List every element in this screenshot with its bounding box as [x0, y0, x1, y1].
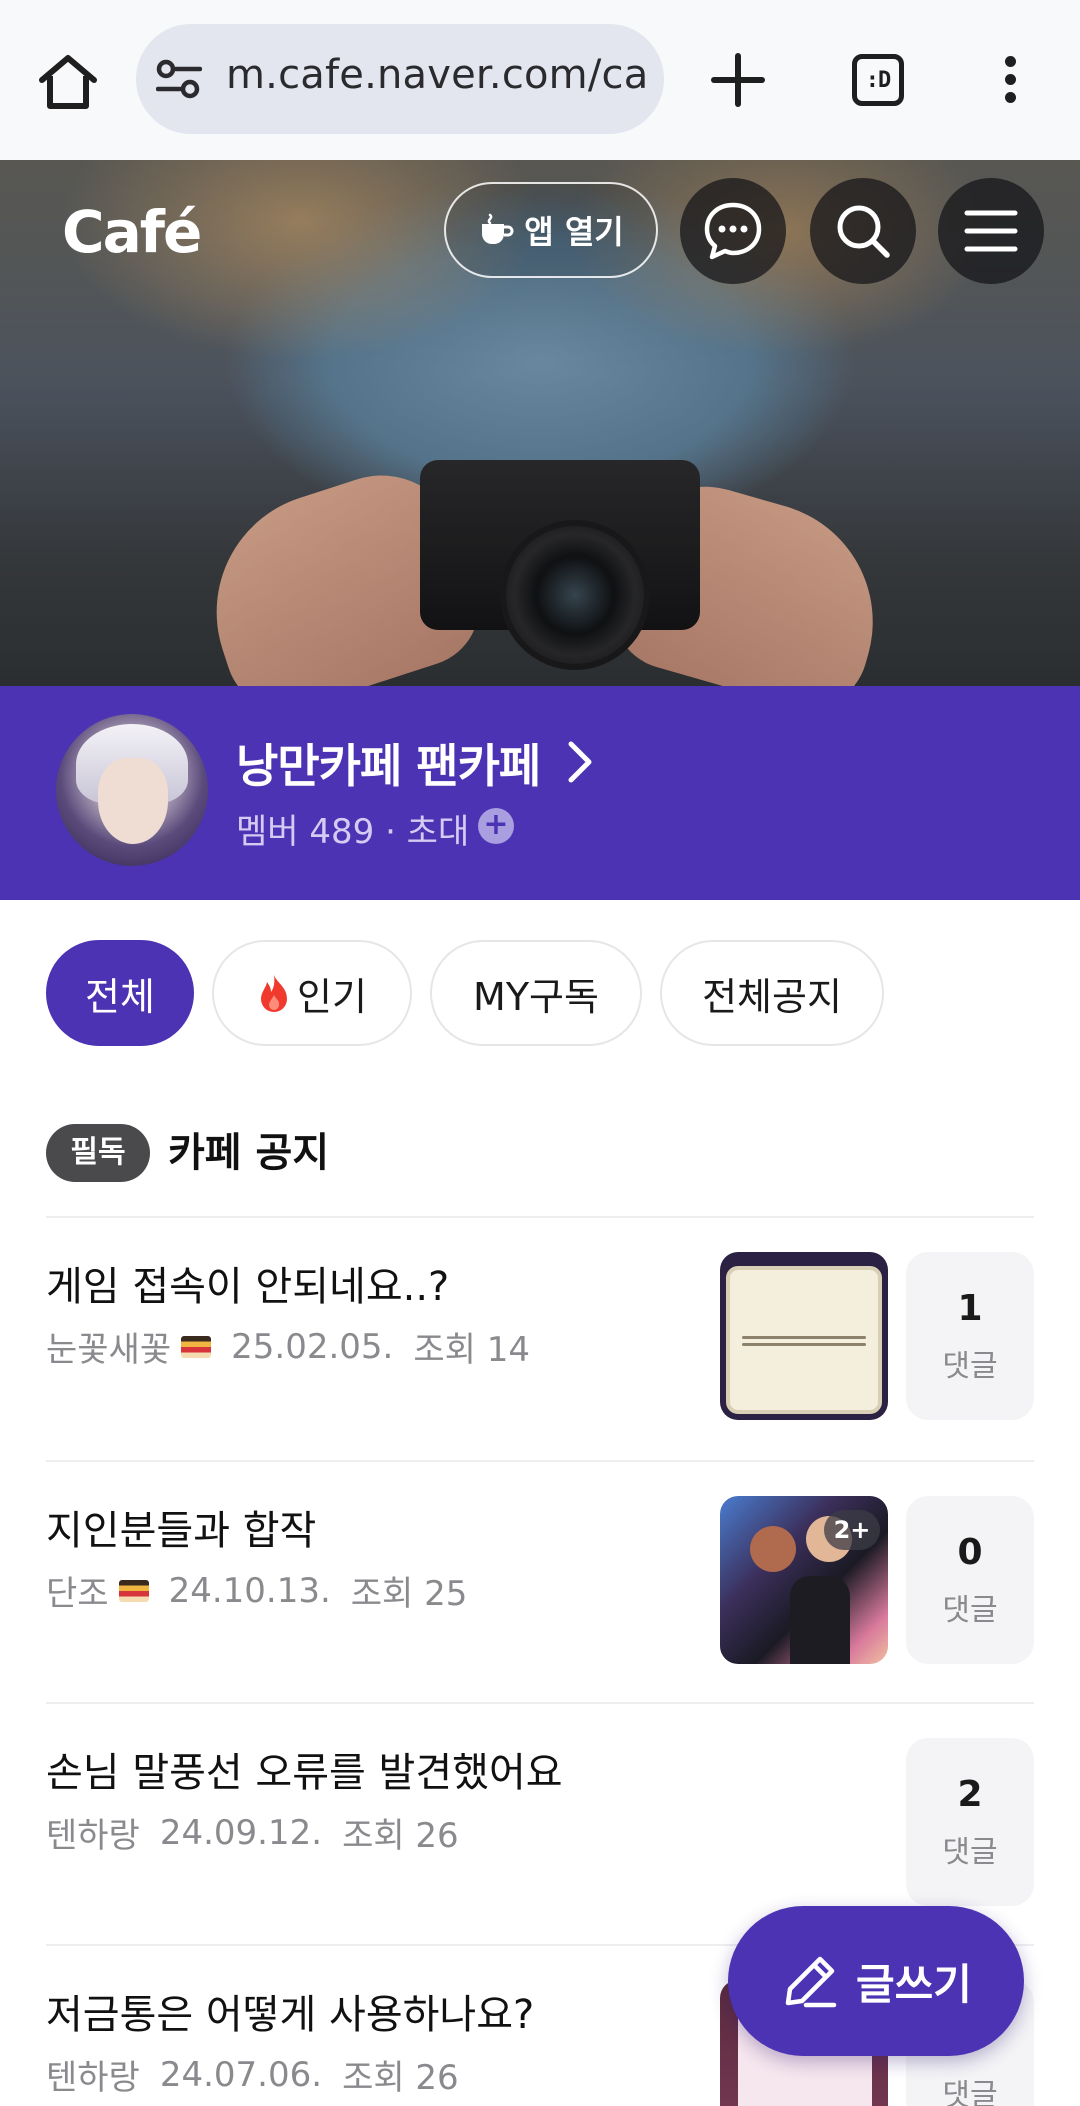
divider: [46, 1460, 1034, 1462]
cafe-logo[interactable]: Café: [62, 198, 202, 266]
hamburger-menu-icon: [964, 210, 1018, 252]
section-title: 카페 공지: [168, 1130, 330, 1176]
flame-icon: [261, 975, 288, 1012]
open-app-button[interactable]: 앱 열기: [444, 182, 658, 278]
post-views: 조회 26: [342, 1816, 459, 1856]
filter-chip-all-notices[interactable]: 전체공지: [660, 940, 884, 1046]
write-post-button[interactable]: 글쓰기: [728, 1906, 1024, 2056]
home-icon[interactable]: [36, 52, 100, 112]
cake-icon: [118, 1579, 149, 1602]
post-thumbnail[interactable]: [720, 1252, 888, 1420]
new-tab-icon[interactable]: [708, 50, 768, 110]
browser-toolbar: m.cafe.naver.com/ca :D: [0, 0, 1080, 160]
write-post-label: 글쓰기: [856, 1959, 972, 2009]
url-text: m.cafe.naver.com/ca: [226, 52, 649, 98]
post-date: 24.07.06.: [159, 2054, 323, 2095]
open-app-label: 앱 열기: [524, 213, 624, 251]
post-views: 조회 26: [342, 2058, 459, 2098]
post-thumbnail[interactable]: 2+: [720, 1496, 888, 1664]
must-read-badge: 필독: [46, 1124, 150, 1182]
site-settings-icon[interactable]: [156, 59, 202, 99]
divider: [46, 1216, 1034, 1218]
post-author[interactable]: 텐하랑: [46, 1808, 140, 1857]
chat-button[interactable]: [680, 178, 786, 284]
search-button[interactable]: [810, 178, 916, 284]
more-options-icon[interactable]: [996, 52, 1024, 112]
tab-switcher-button[interactable]: :D: [852, 54, 904, 106]
search-icon: [837, 205, 890, 258]
post-views: 조회 25: [350, 1574, 468, 1614]
post-meta: 텐하랑 24.07.06. 조회 26: [46, 2050, 459, 2099]
post-views: 조회 14: [413, 1330, 530, 1370]
post-title[interactable]: 저금통은 어떻게 사용하나요?: [46, 1982, 534, 2040]
post-date: 25.02.05.: [231, 1326, 394, 1367]
invite-plus-icon[interactable]: +: [478, 808, 514, 844]
cafe-banner: Café 앱 열기: [0, 160, 1080, 686]
post-meta: 눈꽃새꽃 25.02.05. 조회 14: [46, 1322, 530, 1371]
pencil-icon: [785, 1956, 837, 2008]
cake-icon: [181, 1335, 212, 1358]
coffee-cup-icon: [482, 213, 514, 244]
cafe-avatar[interactable]: [56, 714, 208, 866]
post-date: 24.09.12.: [159, 1812, 323, 1853]
divider: [46, 1702, 1034, 1704]
comment-count[interactable]: 2 댓글: [906, 1738, 1034, 1906]
post-author[interactable]: 눈꽃새꽃: [46, 1322, 171, 1371]
address-bar[interactable]: m.cafe.naver.com/ca: [136, 24, 664, 134]
chevron-right-icon[interactable]: [565, 738, 595, 786]
post-title[interactable]: 손님 말풍선 오류를 발견했어요: [46, 1740, 563, 1798]
more-images-badge: 2+: [824, 1510, 880, 1550]
post-author[interactable]: 텐하랑: [46, 2050, 140, 2099]
cafe-member-info: 멤버 489 · 초대: [236, 812, 470, 852]
chat-bubble-icon: [704, 202, 762, 260]
filter-chip-all[interactable]: 전체: [46, 940, 194, 1046]
cafe-name[interactable]: 낭만카페 팬카페: [236, 730, 541, 796]
post-title[interactable]: 지인분들과 합작: [46, 1498, 316, 1556]
cafe-info-bar: 낭만카페 팬카페 멤버 489 · 초대 +: [0, 686, 1080, 900]
post-author[interactable]: 단조: [46, 1566, 109, 1615]
menu-button[interactable]: [938, 178, 1044, 284]
comment-count[interactable]: 0 댓글: [906, 1496, 1034, 1664]
post-meta: 텐하랑 24.09.12. 조회 26: [46, 1808, 459, 1857]
filter-chip-popular[interactable]: 인기: [212, 940, 412, 1046]
post-date: 24.10.13.: [168, 1570, 331, 1611]
post-meta: 단조 24.10.13. 조회 25: [46, 1566, 467, 1615]
filter-chip-my-subscriptions[interactable]: MY구독: [430, 940, 642, 1046]
comment-count[interactable]: 1 댓글: [906, 1252, 1034, 1420]
post-title[interactable]: 게임 접속이 안되네요..?: [46, 1254, 449, 1312]
